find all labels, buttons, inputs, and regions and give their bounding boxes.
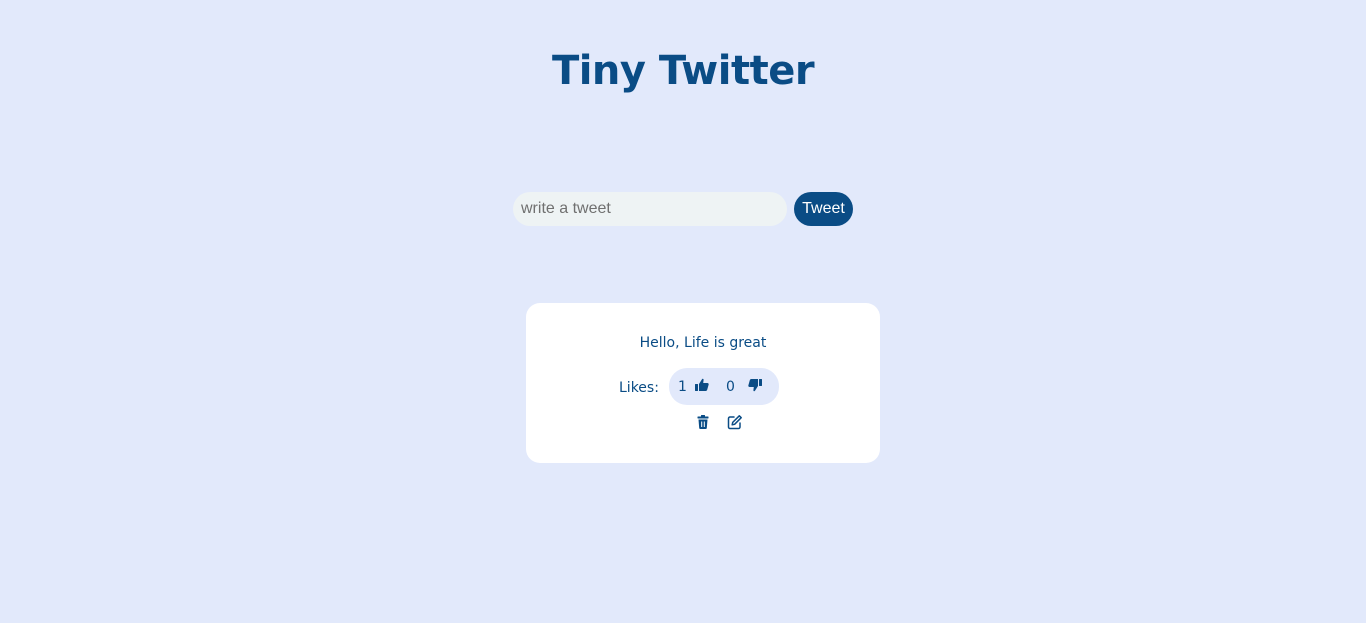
edit-icon[interactable]	[727, 414, 743, 430]
dislike-count: 0	[726, 379, 735, 395]
page-title: Tiny Twitter	[551, 48, 815, 94]
tweet-card: Hello, Life is great Likes: 1 0	[526, 303, 880, 463]
thumbs-down-icon[interactable]	[747, 377, 763, 393]
trash-icon[interactable]	[695, 414, 711, 430]
likes-control: 1 0	[669, 368, 779, 405]
likes-label: Likes:	[619, 380, 659, 396]
tweet-button[interactable]: Tweet	[794, 192, 853, 226]
like-count: 1	[678, 379, 687, 395]
thumbs-up-icon[interactable]	[694, 377, 710, 393]
tweet-input[interactable]	[513, 192, 787, 226]
compose-form: Tweet	[513, 192, 853, 226]
tweet-text: Hello, Life is great	[639, 335, 767, 351]
